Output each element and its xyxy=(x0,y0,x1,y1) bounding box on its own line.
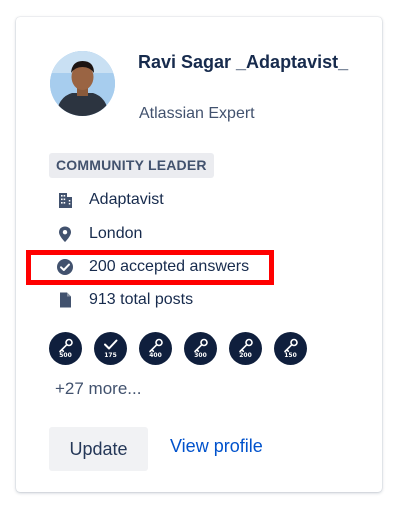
badge-list: 500 175 400 300 200 150 xyxy=(49,332,307,365)
badge-label: 300 xyxy=(194,352,207,359)
more-badges-link[interactable]: +27 more... xyxy=(55,379,141,399)
document-icon xyxy=(54,289,76,311)
badge-key-500[interactable]: 500 xyxy=(49,332,82,365)
total-posts-row: 913 total posts xyxy=(54,288,193,312)
profile-role: Atlassian Expert xyxy=(139,105,255,122)
company-text: Adaptavist xyxy=(89,191,164,208)
badge-check-175[interactable]: 175 xyxy=(94,332,127,365)
accepted-answers-highlight xyxy=(26,250,274,285)
key-icon xyxy=(284,338,298,353)
badge-label: 500 xyxy=(59,352,72,359)
key-icon xyxy=(149,338,163,353)
building-icon xyxy=(54,189,76,211)
key-icon xyxy=(59,338,73,353)
profile-name[interactable]: Ravi Sagar _Adaptavist_ xyxy=(138,47,368,77)
badge-label: 150 xyxy=(284,352,297,359)
badge-key-200[interactable]: 200 xyxy=(229,332,262,365)
key-icon xyxy=(194,338,208,353)
badge-label: 175 xyxy=(104,352,117,359)
badge-key-150[interactable]: 150 xyxy=(274,332,307,365)
key-icon xyxy=(239,338,253,353)
badge-key-300[interactable]: 300 xyxy=(184,332,217,365)
profile-card: Ravi Sagar _Adaptavist_ Atlassian Expert… xyxy=(16,17,382,492)
community-leader-badge: COMMUNITY LEADER xyxy=(49,153,214,178)
location-pin-icon xyxy=(54,223,76,245)
view-profile-link[interactable]: View profile xyxy=(170,436,263,457)
badge-label: 400 xyxy=(149,352,162,359)
avatar[interactable] xyxy=(50,51,115,116)
location-row: London xyxy=(54,222,142,246)
check-icon xyxy=(104,339,118,350)
badge-key-400[interactable]: 400 xyxy=(139,332,172,365)
update-button[interactable]: Update xyxy=(49,427,148,471)
location-text: London xyxy=(89,225,143,242)
company-row: Adaptavist xyxy=(54,188,164,212)
badge-label: 200 xyxy=(239,352,252,359)
total-posts-text: 913 total posts xyxy=(89,291,194,308)
